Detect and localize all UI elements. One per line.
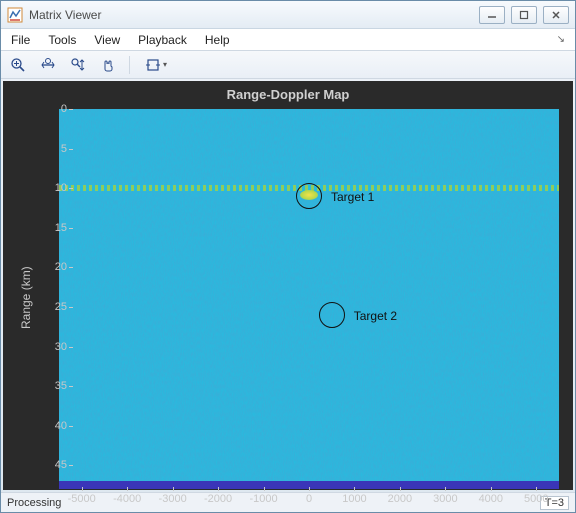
pan-button[interactable] xyxy=(97,54,119,76)
app-window: Matrix Viewer File Tools View Playback H… xyxy=(0,0,576,513)
menu-playback[interactable]: Playback xyxy=(138,33,187,47)
menubar-overflow-icon[interactable]: ↘ xyxy=(557,34,565,45)
menubar: File Tools View Playback Help ↘ xyxy=(1,29,575,51)
window-controls xyxy=(479,6,569,24)
zoom-x-button[interactable] xyxy=(37,54,59,76)
heatmap-surface[interactable]: Target 1 Target 2 xyxy=(59,109,559,489)
noise-layer xyxy=(59,109,559,489)
titlebar[interactable]: Matrix Viewer xyxy=(1,1,575,29)
zoom-x-icon xyxy=(40,57,56,73)
target-2-marker xyxy=(319,302,345,328)
target-1-marker xyxy=(296,183,322,209)
status-text: Processing xyxy=(7,497,61,509)
magnifier-plus-icon xyxy=(10,57,26,73)
window-title: Matrix Viewer xyxy=(29,8,479,22)
axes[interactable]: Target 1 Target 2 xyxy=(59,109,559,489)
toolbar: ▾ xyxy=(1,51,575,79)
hand-icon xyxy=(100,57,116,73)
target-1-label: Target 1 xyxy=(331,190,374,204)
plot-panel: Range-Doppler Map Target 1 xyxy=(3,81,573,490)
menu-file[interactable]: File xyxy=(11,33,30,47)
minimize-button[interactable] xyxy=(479,6,505,24)
menu-view[interactable]: View xyxy=(94,33,120,47)
menu-tools[interactable]: Tools xyxy=(48,33,76,47)
axes-wrap: Target 1 Target 2 051015202530354045 -50… xyxy=(3,81,573,490)
zoom-in-button[interactable] xyxy=(7,54,29,76)
zoom-y-icon xyxy=(70,57,86,73)
target-2-label: Target 2 xyxy=(354,309,397,323)
dropdown-icon: ▾ xyxy=(163,60,167,69)
menu-help[interactable]: Help xyxy=(205,33,230,47)
close-button[interactable] xyxy=(543,6,569,24)
app-icon xyxy=(7,7,23,23)
toolbar-separator xyxy=(129,56,130,74)
autoscale-button[interactable]: ▾ xyxy=(140,54,172,76)
y-axis-label: Range (km) xyxy=(19,266,33,329)
autoscale-icon xyxy=(145,57,161,73)
zoom-y-button[interactable] xyxy=(67,54,89,76)
maximize-button[interactable] xyxy=(511,6,537,24)
